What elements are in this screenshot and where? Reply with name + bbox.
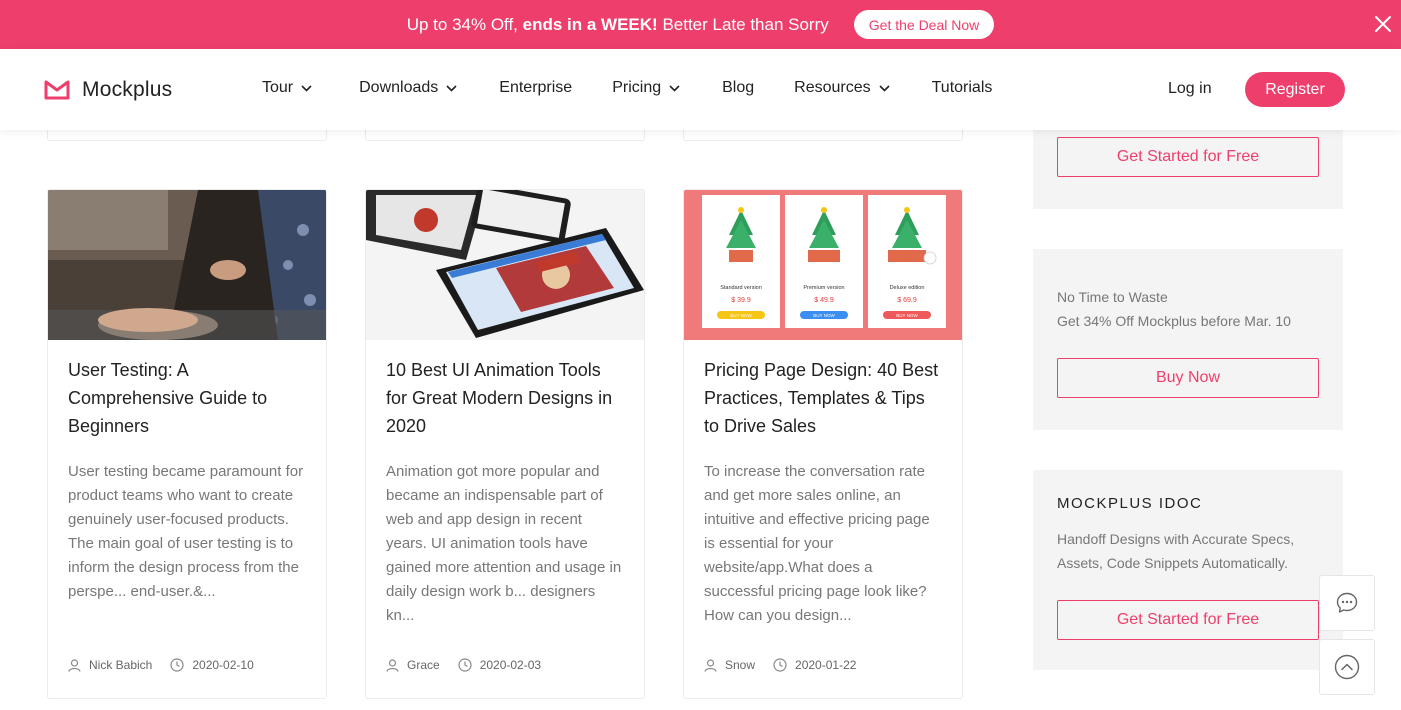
- plan-button: BUY NOW: [730, 313, 752, 318]
- close-icon[interactable]: [1371, 12, 1395, 36]
- idoc-heading: MOCKPLUS IDOC: [1057, 495, 1203, 512]
- chevron-down-icon: [669, 84, 680, 92]
- article-card[interactable]: User Testing: A Comprehensive Guide to B…: [47, 189, 327, 699]
- nav-item-pricing-label: Pricing: [612, 79, 662, 96]
- plan-button: BUY NOW: [896, 313, 918, 318]
- pricing-plan-premium: Premium version $ 49.9 BUY NOW: [785, 195, 863, 328]
- clock-icon: [773, 658, 787, 672]
- main-navigation: Mockplus Tour Downloads Enterprise Prici…: [0, 49, 1401, 130]
- article-date: 2020-02-03: [458, 658, 541, 672]
- discount-subline: Get 34% Off Mockplus before Mar. 10: [1057, 313, 1291, 329]
- clock-icon: [170, 658, 184, 672]
- register-button[interactable]: Register: [1245, 72, 1345, 107]
- nav-item-tour-label: Tour: [262, 79, 294, 96]
- pricing-plan-standard: Standard version $ 39.9 BUY NOW: [702, 195, 780, 328]
- chevron-down-icon: [301, 84, 312, 92]
- brand-name: Mockplus: [82, 78, 173, 101]
- get-started-button[interactable]: Get Started for Free: [1057, 137, 1319, 177]
- chevron-down-icon: [446, 84, 457, 92]
- user-icon: [704, 658, 717, 672]
- nav-item-enterprise[interactable]: Enterprise: [499, 79, 572, 97]
- article-date-value: 2020-02-10: [192, 658, 254, 672]
- plan-price: $ 49.9: [814, 297, 834, 304]
- article-title[interactable]: 10 Best UI Animation Tools for Great Mod…: [386, 356, 626, 440]
- promo-text-before: Up to 34% Off,: [406, 14, 523, 34]
- sidebar-idoc-box: MOCKPLUS IDOC Handoff Designs with Accur…: [1033, 470, 1343, 670]
- article-excerpt: User testing became paramount for produc…: [68, 463, 304, 600]
- login-link[interactable]: Log in: [1168, 80, 1212, 98]
- sidebar-discount-box: No Time to Waste Get 34% Off Mockplus be…: [1033, 249, 1343, 430]
- nav-item-blog-label: Blog: [722, 79, 755, 96]
- nav-item-downloads[interactable]: Downloads: [359, 79, 457, 97]
- article-author-name: Snow: [725, 658, 756, 672]
- pricing-plan-deluxe: Deluxe edition $ 69.9 BUY NOW: [868, 195, 946, 328]
- plan-price: $ 39.9: [731, 297, 751, 304]
- promo-text: Up to 34% Off, ends in a WEEK! Better La…: [407, 15, 829, 35]
- nav-item-pricing[interactable]: Pricing: [612, 79, 680, 97]
- promo-text-after: Better Late than Sorry: [657, 14, 829, 34]
- nav-item-tutorials[interactable]: Tutorials: [932, 79, 993, 97]
- nav-item-resources-label: Resources: [794, 79, 871, 96]
- nav-menu: Tour Downloads Enterprise Pricing Blog R…: [262, 79, 992, 97]
- article-author-name: Nick Babich: [89, 658, 153, 672]
- article-thumbnail[interactable]: [48, 190, 326, 340]
- article-meta: Snow 2020-01-22: [704, 658, 874, 672]
- plan-price: $ 69.9: [897, 297, 917, 304]
- clock-icon: [458, 658, 472, 672]
- user-icon: [68, 658, 81, 672]
- nav-item-tutorials-label: Tutorials: [931, 79, 993, 96]
- logo[interactable]: Mockplus: [44, 78, 172, 102]
- nav-item-enterprise-label: Enterprise: [499, 79, 573, 96]
- user-icon: [386, 658, 399, 672]
- plan-name: Deluxe edition: [890, 285, 925, 291]
- plan-name: Premium version: [803, 285, 844, 291]
- plan-button: BUY NOW: [813, 313, 835, 318]
- article-date-value: 2020-02-03: [479, 658, 542, 672]
- article-date: 2020-02-10: [170, 658, 254, 672]
- article-author: Nick Babich: [68, 658, 152, 672]
- chat-icon: [1336, 592, 1358, 613]
- idoc-description-line1: Handoff Designs with Accurate Specs,: [1057, 531, 1295, 547]
- article-title[interactable]: Pricing Page Design: 40 Best Practices, …: [704, 356, 944, 440]
- article-author: Snow: [704, 658, 755, 672]
- nav-item-resources[interactable]: Resources: [794, 79, 890, 97]
- chat-button[interactable]: [1319, 575, 1375, 631]
- article-author-name: Grace: [407, 658, 440, 672]
- article-date: 2020-01-22: [773, 658, 856, 672]
- article-excerpt: To increase the conversation rate and ge…: [704, 463, 930, 624]
- article-thumbnail[interactable]: Standard version $ 39.9 BUY NOW Premium …: [684, 190, 962, 340]
- get-started-button[interactable]: Get Started for Free: [1057, 600, 1319, 640]
- article-author: Grace: [386, 658, 440, 672]
- article-meta: Nick Babich 2020-02-10: [68, 658, 272, 672]
- buy-now-button[interactable]: Buy Now: [1057, 358, 1319, 398]
- discount-headline: No Time to Waste: [1057, 289, 1168, 305]
- article-card[interactable]: 10 Best UI Animation Tools for Great Mod…: [365, 189, 645, 699]
- idoc-description-line2: Assets, Code Snippets Automatically.: [1057, 555, 1288, 571]
- nav-item-tour[interactable]: Tour: [262, 79, 312, 97]
- mockplus-logo-icon: [44, 80, 70, 100]
- article-title[interactable]: User Testing: A Comprehensive Guide to B…: [68, 356, 308, 440]
- article-excerpt: Animation got more popular and became an…: [386, 463, 622, 624]
- nav-item-downloads-label: Downloads: [359, 79, 439, 96]
- sidebar-promo-box: Get Started for Free: [1033, 118, 1343, 209]
- article-date-value: 2020-01-22: [795, 658, 857, 672]
- chevron-down-icon: [879, 84, 890, 92]
- article-card[interactable]: Standard version $ 39.9 BUY NOW Premium …: [683, 189, 963, 699]
- back-to-top-button[interactable]: [1319, 639, 1375, 695]
- arrow-up-icon: [1334, 654, 1360, 680]
- promo-text-bold: ends in a WEEK!: [522, 14, 658, 34]
- promo-banner: Up to 34% Off, ends in a WEEK! Better La…: [0, 0, 1401, 49]
- article-meta: Grace 2020-02-03: [386, 658, 559, 672]
- plan-name: Standard version: [720, 285, 762, 291]
- article-thumbnail[interactable]: [366, 190, 644, 340]
- get-deal-button[interactable]: Get the Deal Now: [853, 10, 995, 39]
- nav-item-blog[interactable]: Blog: [722, 79, 754, 97]
